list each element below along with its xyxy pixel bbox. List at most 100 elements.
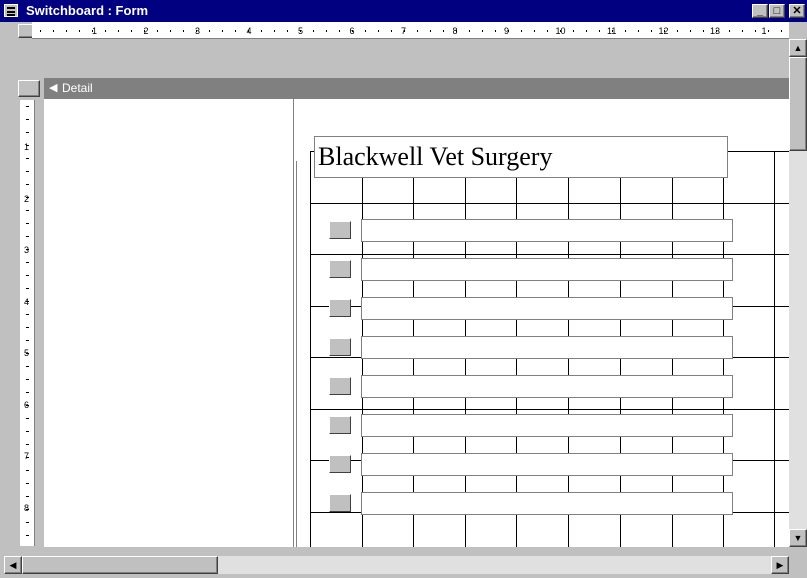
ruler-tick: [92, 30, 93, 32]
ruler-tick: [26, 483, 29, 484]
ruler-label: 4: [24, 297, 29, 307]
arrow-right-icon: ▶: [776, 560, 784, 570]
arrow-up-icon: ▲: [793, 43, 803, 53]
grid-line: [310, 203, 789, 204]
window-title: Switchboard : Form: [26, 3, 149, 18]
ruler-tick: [26, 197, 29, 198]
arrow-left-icon: ◀: [9, 560, 17, 570]
arrow-down-icon: ▼: [793, 533, 803, 543]
scroll-right-button[interactable]: ▶: [771, 556, 789, 574]
switchboard-option-label[interactable]: [361, 219, 733, 242]
ruler-tick: [196, 30, 197, 32]
switchboard-option-button[interactable]: [329, 260, 351, 278]
ruler-tick: [300, 30, 301, 32]
ruler-tick: [131, 30, 132, 32]
ruler-tick: [26, 145, 29, 146]
switchboard-option-button[interactable]: [329, 455, 351, 473]
ruler-tick: [352, 30, 353, 32]
switchboard-option-button[interactable]: [329, 299, 351, 317]
ruler-label: 13: [710, 26, 721, 36]
ruler-tick: [482, 30, 483, 32]
ruler-tick: [26, 535, 29, 536]
switchboard-option-label[interactable]: [361, 258, 733, 281]
maximize-button[interactable]: □: [769, 4, 785, 18]
ruler-tick: [339, 30, 340, 32]
switchboard-option-button[interactable]: [329, 221, 351, 239]
vertical-ruler[interactable]: 12345678: [20, 100, 35, 546]
switchboard-option-label[interactable]: [361, 414, 733, 437]
ruler-label: 3: [24, 245, 30, 255]
ruler-tick: [26, 223, 29, 224]
ruler-tick: [690, 30, 691, 32]
ruler-tick: [612, 30, 613, 32]
ruler-tick: [209, 30, 210, 32]
ruler-tick: [287, 30, 288, 32]
ruler-tick: [430, 30, 431, 32]
close-button[interactable]: ✕: [789, 4, 805, 18]
ruler-tick: [26, 249, 29, 250]
switchboard-option-button[interactable]: [329, 494, 351, 512]
ruler-tick: [742, 30, 743, 32]
detail-section-label: Detail: [62, 81, 93, 95]
ruler-tick: [26, 262, 29, 263]
scroll-left-button[interactable]: ◀: [4, 556, 22, 574]
switchboard-option-label[interactable]: [361, 492, 733, 515]
ruler-tick: [781, 30, 782, 32]
ruler-tick: [26, 236, 29, 237]
ruler-tick: [261, 30, 262, 32]
ruler-tick: [26, 184, 29, 185]
ruler-tick: [26, 340, 29, 341]
ruler-tick: [378, 30, 379, 32]
ruler-tick: [456, 30, 457, 32]
switchboard-option-button[interactable]: [329, 416, 351, 434]
ruler-tick: [547, 30, 548, 32]
ruler-tick: [313, 30, 314, 32]
ruler-tick: [729, 30, 730, 32]
ruler-tick: [638, 30, 639, 32]
horizontal-scroll-thumb[interactable]: [22, 556, 218, 574]
vertical-scrollbar[interactable]: ▲ ▼: [789, 39, 807, 547]
form-design-canvas[interactable]: Blackwell Vet Surgery: [44, 99, 789, 547]
ruler-tick: [26, 509, 29, 510]
ruler-tick: [26, 353, 29, 354]
ruler-tick: [521, 30, 522, 32]
scroll-down-button[interactable]: ▼: [789, 529, 807, 547]
vertical-scroll-thumb[interactable]: [789, 57, 807, 151]
ruler-tick: [664, 30, 665, 32]
switchboard-option-label[interactable]: [361, 297, 733, 320]
ruler-tick: [26, 522, 29, 523]
ruler-label: 2: [24, 193, 30, 204]
ruler-tick: [326, 30, 327, 32]
minimize-button[interactable]: _: [752, 4, 768, 18]
ruler-tick: [170, 30, 171, 32]
ruler-tick: [183, 30, 184, 32]
form-icon[interactable]: [4, 4, 18, 17]
section-selector[interactable]: [18, 80, 40, 97]
ruler-label: 8: [24, 502, 30, 513]
scroll-up-button[interactable]: ▲: [789, 39, 807, 57]
horizontal-ruler[interactable]: 123456789101112131: [32, 22, 789, 39]
grid-line: [310, 151, 311, 547]
ruler-tick: [26, 392, 29, 393]
switchboard-option-label[interactable]: [361, 336, 733, 359]
form-title-label[interactable]: Blackwell Vet Surgery: [314, 136, 728, 178]
ruler-tick: [391, 30, 392, 32]
size-grip[interactable]: [789, 556, 807, 574]
ruler-tick: [26, 210, 29, 211]
horizontal-scrollbar[interactable]: ◀ ▶: [4, 556, 789, 574]
ruler-tick: [248, 30, 249, 32]
ruler-tick: [703, 30, 704, 32]
switchboard-option-label[interactable]: [361, 453, 733, 476]
switchboard-option-label[interactable]: [361, 375, 733, 398]
switchboard-option-button[interactable]: [329, 377, 351, 395]
ruler-tick: [26, 457, 29, 458]
grid-line: [310, 409, 789, 410]
switchboard-option-button[interactable]: [329, 338, 351, 356]
ruler-tick: [26, 418, 29, 419]
ruler-tick: [26, 106, 29, 107]
ruler-tick: [417, 30, 418, 32]
ruler-tick: [26, 119, 29, 120]
ruler-tick: [222, 30, 223, 32]
detail-section-bar[interactable]: ◀ Detail: [44, 78, 807, 99]
window-titlebar[interactable]: Switchboard : Form _ □ ✕: [0, 0, 807, 22]
